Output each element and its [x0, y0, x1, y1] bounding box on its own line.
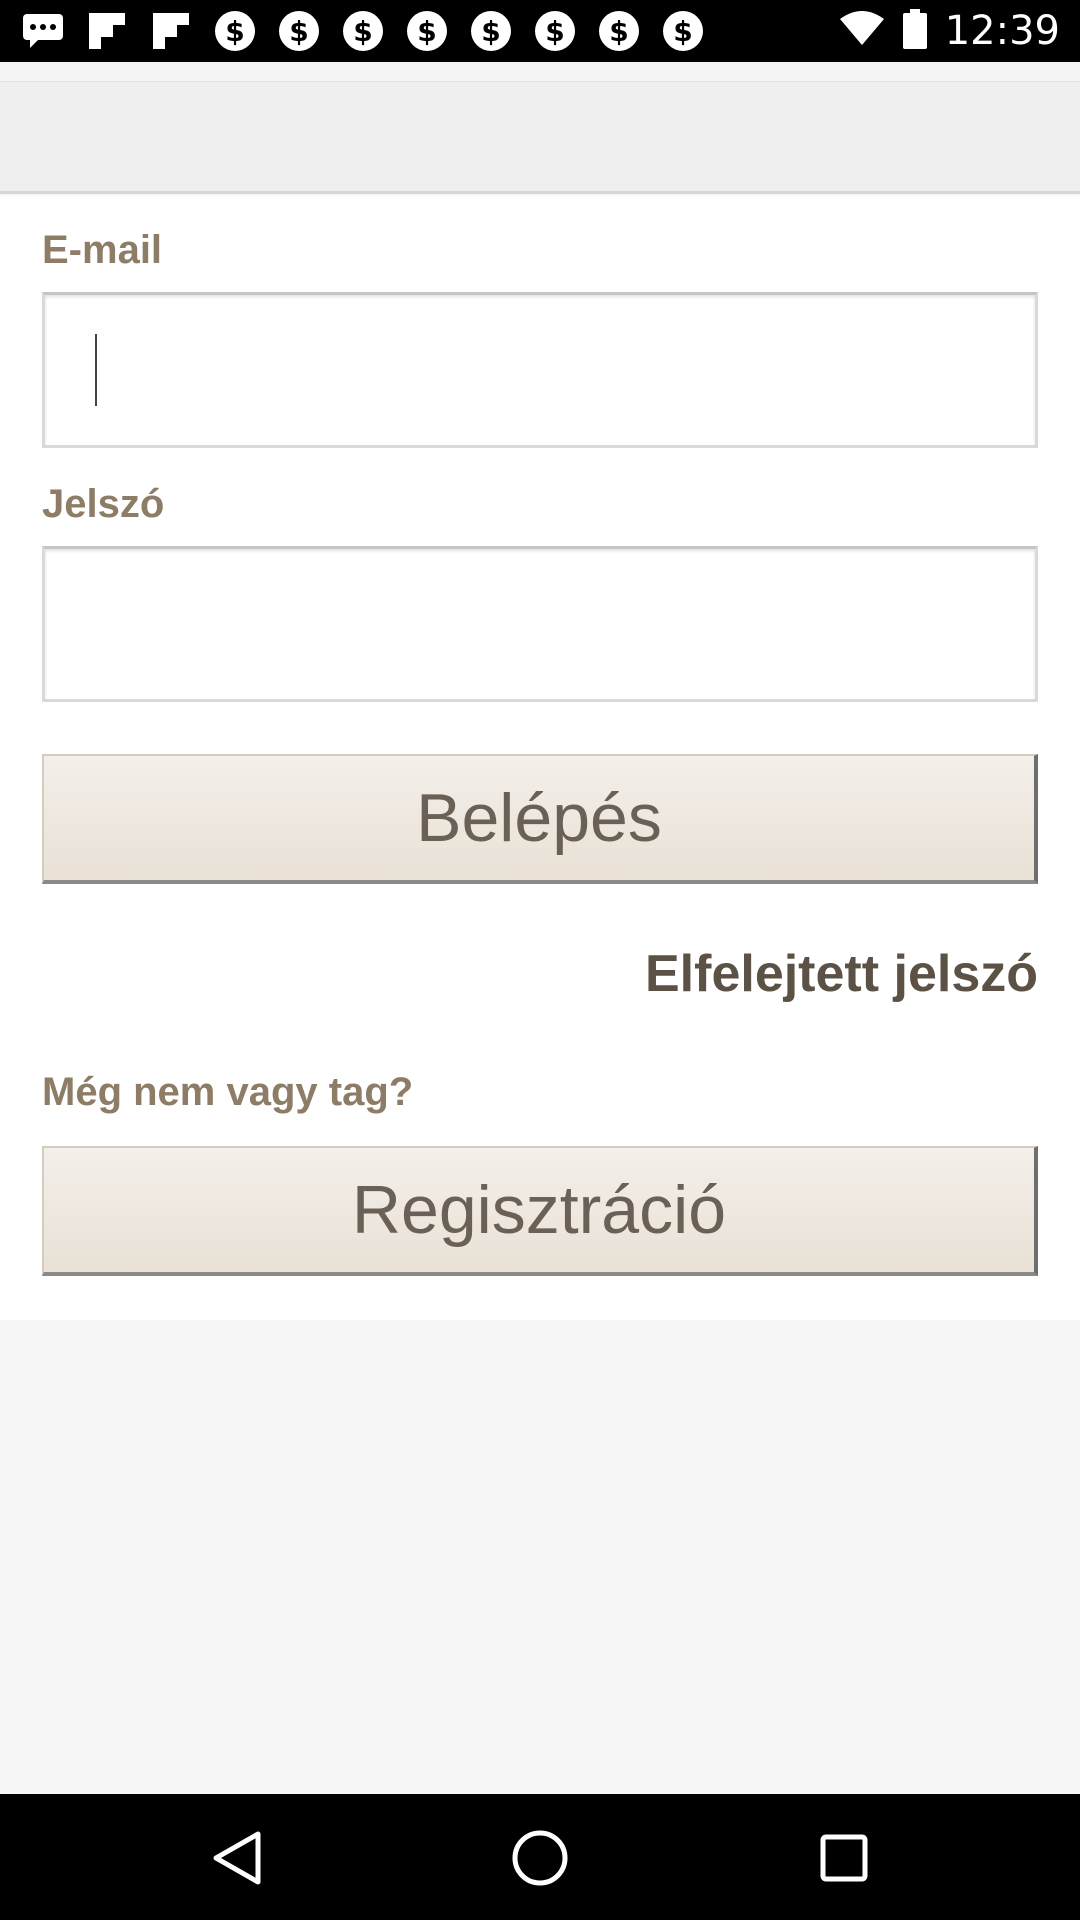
text-cursor	[95, 334, 97, 406]
password-field[interactable]	[42, 546, 1038, 702]
header-divider	[0, 62, 1080, 82]
message-icon	[22, 10, 64, 52]
email-field[interactable]	[42, 292, 1038, 448]
login-form: E-mail Jelszó Belépés Elfelejtett jelszó…	[0, 196, 1080, 1320]
back-icon[interactable]	[200, 1822, 272, 1894]
home-icon[interactable]	[504, 1822, 576, 1894]
recents-icon[interactable]	[808, 1822, 880, 1894]
dollar-coin-icon: $	[534, 10, 576, 52]
battery-icon	[902, 8, 927, 54]
dollar-coin-icon: $	[470, 10, 512, 52]
login-button[interactable]: Belépés	[42, 754, 1038, 884]
status-bar: $ $ $ $ $ $ $ $ 12:39	[0, 0, 1080, 62]
wifi-icon	[839, 10, 885, 52]
dollar-coin-icon: $	[214, 10, 256, 52]
register-button[interactable]: Regisztráció	[42, 1146, 1038, 1276]
not-member-text: Még nem vagy tag?	[42, 1070, 414, 1114]
dollar-coin-icon: $	[598, 10, 640, 52]
dollar-coin-icon: $	[342, 10, 384, 52]
clock: 12:39	[944, 8, 1060, 54]
notification-icons: $ $ $ $ $ $ $ $	[22, 10, 704, 52]
app-header	[0, 62, 1080, 194]
flipboard-icon	[150, 10, 192, 52]
flipboard-icon	[86, 10, 128, 52]
dollar-coin-icon: $	[406, 10, 448, 52]
navigation-bar	[0, 1794, 1080, 1920]
system-status: 12:39	[839, 8, 1060, 54]
dollar-coin-icon: $	[278, 10, 320, 52]
forgot-password-link[interactable]: Elfelejtett jelszó	[645, 944, 1038, 1004]
password-label: Jelszó	[42, 482, 165, 526]
dollar-coin-icon: $	[662, 10, 704, 52]
email-label: E-mail	[42, 228, 163, 272]
